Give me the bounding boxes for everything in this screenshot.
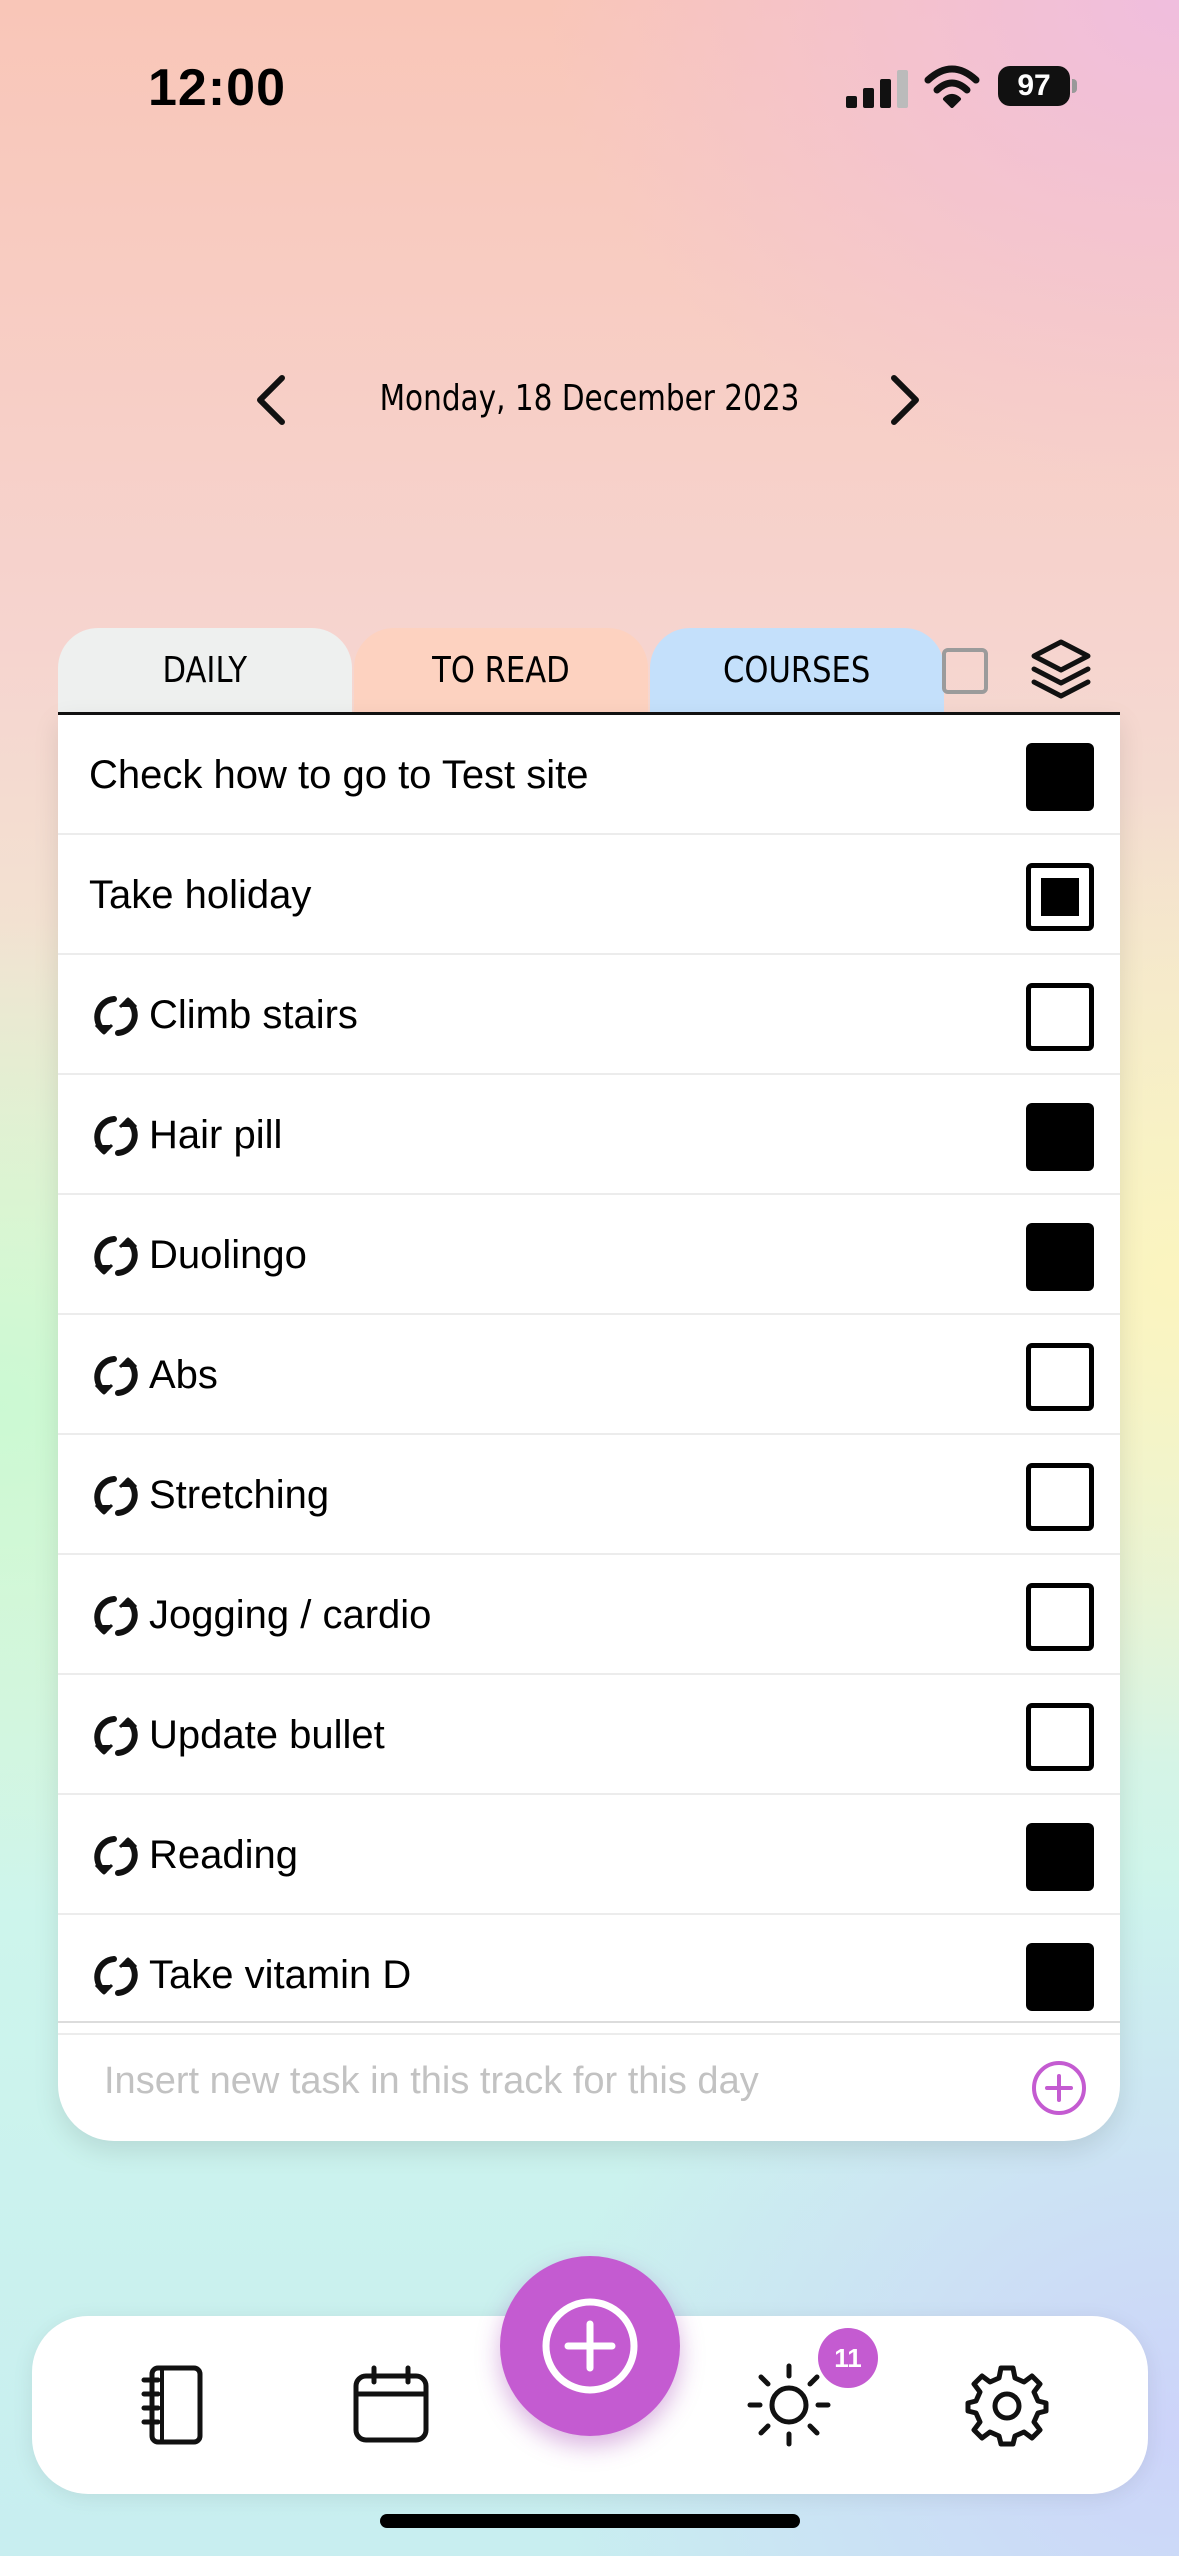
track-tabs: DAILY TO READ COURSES [58, 628, 1120, 714]
task-label: Duolingo [149, 1233, 307, 1277]
calendar-icon[interactable] [348, 2362, 434, 2448]
tab-daily[interactable]: DAILY [58, 628, 352, 714]
task-checkbox[interactable] [1026, 1343, 1094, 1411]
task-checkbox[interactable] [1026, 1103, 1094, 1171]
task-row[interactable]: Reading [58, 1795, 1120, 1915]
layers-icon[interactable] [1028, 636, 1094, 706]
add-circle-icon[interactable] [1030, 2059, 1088, 2117]
task-checkbox[interactable] [1026, 1463, 1094, 1531]
wifi-icon [924, 65, 980, 108]
gear-icon[interactable] [964, 2362, 1050, 2448]
battery-icon: 97 [998, 66, 1078, 106]
task-row[interactable]: Stretching [58, 1435, 1120, 1555]
status-bar: 12:00 97 [0, 0, 1179, 170]
current-date: Monday, 18 December 2023 [379, 378, 800, 419]
repeat-icon [88, 1711, 144, 1761]
repeat-icon [88, 1831, 144, 1881]
task-list-card: Check how to go to Test site Take holiday… [58, 712, 1120, 2141]
repeat-icon [88, 1231, 144, 1281]
battery-level: 97 [998, 66, 1070, 106]
task-row[interactable]: Take vitamin D [58, 1915, 1120, 2035]
plus-circle-icon [542, 2298, 638, 2394]
task-row[interactable]: Hair pill [58, 1075, 1120, 1195]
notification-badge: 11 [818, 2328, 878, 2388]
repeat-icon [88, 1951, 144, 2001]
repeat-icon [88, 991, 144, 1041]
task-row[interactable]: Take holiday [58, 835, 1120, 955]
task-row[interactable]: Duolingo [58, 1195, 1120, 1315]
task-label: Update bullet [149, 1713, 385, 1757]
task-checkbox[interactable] [1026, 1703, 1094, 1771]
task-label: Climb stairs [149, 993, 358, 1037]
tab-to-read[interactable]: TO READ [354, 628, 648, 714]
repeat-icon [88, 1591, 144, 1641]
insert-task-bar [58, 2021, 1120, 2141]
tab-label: COURSES [723, 650, 871, 691]
task-row[interactable]: Abs [58, 1315, 1120, 1435]
task-label: Hair pill [149, 1113, 283, 1157]
repeat-icon [88, 1351, 144, 1401]
task-label: Check how to go to Test site [89, 753, 589, 797]
signal-icon [846, 70, 908, 108]
tab-label: TO READ [432, 650, 570, 691]
task-row[interactable]: Update bullet [58, 1675, 1120, 1795]
task-row[interactable]: Jogging / cardio [58, 1555, 1120, 1675]
task-checkbox[interactable] [1026, 1823, 1094, 1891]
add-task-button[interactable] [500, 2256, 680, 2436]
task-checkbox[interactable] [1026, 1583, 1094, 1651]
repeat-icon [88, 1111, 144, 1161]
task-label: Take holiday [89, 873, 312, 917]
task-checkbox[interactable] [1026, 863, 1094, 931]
task-label: Stretching [149, 1473, 330, 1517]
date-navigator: Monday, 18 December 2023 [0, 360, 1179, 440]
task-label: Jogging / cardio [149, 1593, 432, 1637]
status-time: 12:00 [148, 59, 286, 117]
notebook-icon[interactable] [132, 2362, 218, 2448]
task-checkbox[interactable] [1026, 1223, 1094, 1291]
chevron-right-icon[interactable] [874, 372, 930, 428]
home-indicator [380, 2514, 800, 2528]
task-checkbox[interactable] [1026, 743, 1094, 811]
task-label: Take vitamin D [149, 1953, 412, 1997]
task-row[interactable]: Climb stairs [58, 955, 1120, 1075]
repeat-icon [88, 1471, 144, 1521]
task-label: Abs [149, 1353, 218, 1397]
tab-label: DAILY [162, 650, 248, 691]
task-checkbox[interactable] [1026, 983, 1094, 1051]
sun-icon[interactable] [746, 2362, 832, 2448]
new-task-input[interactable] [102, 2059, 1006, 2104]
tab-courses[interactable]: COURSES [650, 628, 944, 714]
chevron-left-icon[interactable] [246, 372, 302, 428]
task-label: Reading [149, 1833, 299, 1877]
task-row[interactable]: Check how to go to Test site [58, 715, 1120, 835]
checkbox-icon[interactable] [942, 648, 988, 694]
task-checkbox[interactable] [1026, 1943, 1094, 2011]
